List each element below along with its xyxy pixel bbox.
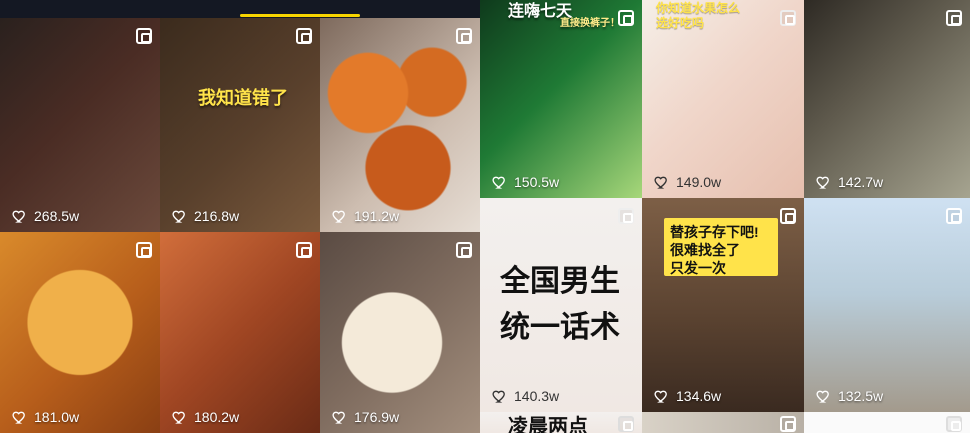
heart-icon [816, 176, 829, 189]
like-count: 191.2w [332, 208, 399, 224]
video-thumbnail [160, 232, 320, 433]
video-tile[interactable]: 132.5w [804, 198, 970, 412]
like-count-text: 216.8w [194, 208, 240, 224]
video-tile[interactable]: 我知道错了 216.8w [160, 18, 320, 232]
heart-icon [12, 210, 25, 223]
tile-caption-line3: 只发一次 [670, 260, 726, 276]
like-count-text: 268.5w [34, 208, 80, 224]
multi-image-icon [456, 242, 472, 258]
multi-image-icon [618, 10, 634, 26]
video-tile[interactable]: 凌晨两点 [480, 412, 642, 433]
multi-image-icon [296, 28, 312, 44]
heart-icon [654, 390, 667, 403]
heart-icon [332, 411, 345, 424]
multi-image-icon [780, 416, 796, 432]
video-tile[interactable] [642, 412, 804, 433]
video-thumbnail [480, 0, 642, 198]
like-count-text: 181.0w [34, 409, 80, 425]
like-count: 142.7w [816, 174, 883, 190]
like-count: 134.6w [654, 388, 721, 404]
heart-icon [492, 390, 505, 403]
video-thumbnail [160, 18, 320, 232]
video-tile[interactable]: 142.7w [804, 0, 970, 198]
heart-icon [492, 176, 505, 189]
right-panel: 连嗨七天 直接换裤子！ 150.5w 你知道水果怎么 选好吃吗 149.0w 1… [480, 0, 970, 433]
video-thumbnail [0, 18, 160, 232]
video-tile[interactable] [804, 412, 970, 433]
video-tile[interactable]: 268.5w [0, 18, 160, 232]
multi-image-icon [136, 28, 152, 44]
video-tile[interactable]: 191.2w [320, 18, 480, 232]
like-count: 216.8w [172, 208, 239, 224]
multi-image-icon [780, 208, 796, 224]
tab-underline [240, 14, 360, 17]
heart-icon [332, 210, 345, 223]
multi-image-icon [618, 208, 634, 224]
video-tile[interactable]: 连嗨七天 直接换裤子！ 150.5w [480, 0, 642, 198]
video-tile[interactable]: 176.9w [320, 232, 480, 433]
multi-image-icon [946, 416, 962, 432]
multi-image-icon [618, 416, 634, 432]
multi-image-icon [946, 208, 962, 224]
video-thumbnail [320, 18, 480, 232]
video-tile[interactable]: 全国男生 统一话术 140.3w [480, 198, 642, 412]
tile-caption: 全国男生 [500, 265, 620, 298]
video-thumbnail [320, 232, 480, 433]
tile-caption: 我知道错了 [198, 88, 288, 108]
video-tile[interactable]: 181.0w [0, 232, 160, 433]
tile-caption-line2: 选好吃吗 [656, 16, 705, 30]
heart-icon [816, 390, 829, 403]
like-count: 140.3w [492, 388, 559, 404]
video-tile[interactable]: 你知道水果怎么 选好吃吗 149.0w [642, 0, 804, 198]
like-count-text: 142.7w [838, 174, 884, 190]
like-count: 149.0w [654, 174, 721, 190]
multi-image-icon [780, 10, 796, 26]
like-count-text: 149.0w [676, 174, 722, 190]
tile-caption: 替孩子存下吧! [670, 224, 759, 240]
tile-caption: 凌晨两点 [508, 416, 588, 433]
tile-caption-line2: 统一话术 [500, 311, 620, 344]
multi-image-icon [136, 242, 152, 258]
heart-icon [172, 411, 185, 424]
like-count-text: 132.5w [838, 388, 884, 404]
left-panel: 268.5w 我知道错了 216.8w 191.2w 181.0w 180.2w… [0, 0, 480, 433]
short-video-grid: 268.5w 我知道错了 216.8w 191.2w 181.0w 180.2w… [0, 0, 970, 433]
like-count: 132.5w [816, 388, 883, 404]
video-tile[interactable]: 180.2w [160, 232, 320, 433]
like-count-text: 180.2w [194, 409, 240, 425]
video-tile[interactable]: 替孩子存下吧! 很难找全了 只发一次 134.6w [642, 198, 804, 412]
video-thumbnail [804, 198, 970, 412]
heart-icon [172, 210, 185, 223]
like-count: 150.5w [492, 174, 559, 190]
multi-image-icon [456, 28, 472, 44]
like-count-text: 140.3w [514, 388, 560, 404]
like-count-text: 150.5w [514, 174, 560, 190]
like-count: 268.5w [12, 208, 79, 224]
like-count-text: 191.2w [354, 208, 400, 224]
multi-image-icon [296, 242, 312, 258]
top-bar [0, 0, 480, 18]
like-count: 181.0w [12, 409, 79, 425]
tile-caption-line2: 很难找全了 [670, 242, 740, 258]
heart-icon [12, 411, 25, 424]
heart-icon [654, 176, 667, 189]
like-count-text: 134.6w [676, 388, 722, 404]
like-count: 180.2w [172, 409, 239, 425]
multi-image-icon [946, 10, 962, 26]
video-thumbnail [0, 232, 160, 433]
like-count-text: 176.9w [354, 409, 400, 425]
tile-subcaption: 直接换裤子！ [560, 18, 620, 29]
like-count: 176.9w [332, 409, 399, 425]
video-thumbnail [804, 0, 970, 198]
